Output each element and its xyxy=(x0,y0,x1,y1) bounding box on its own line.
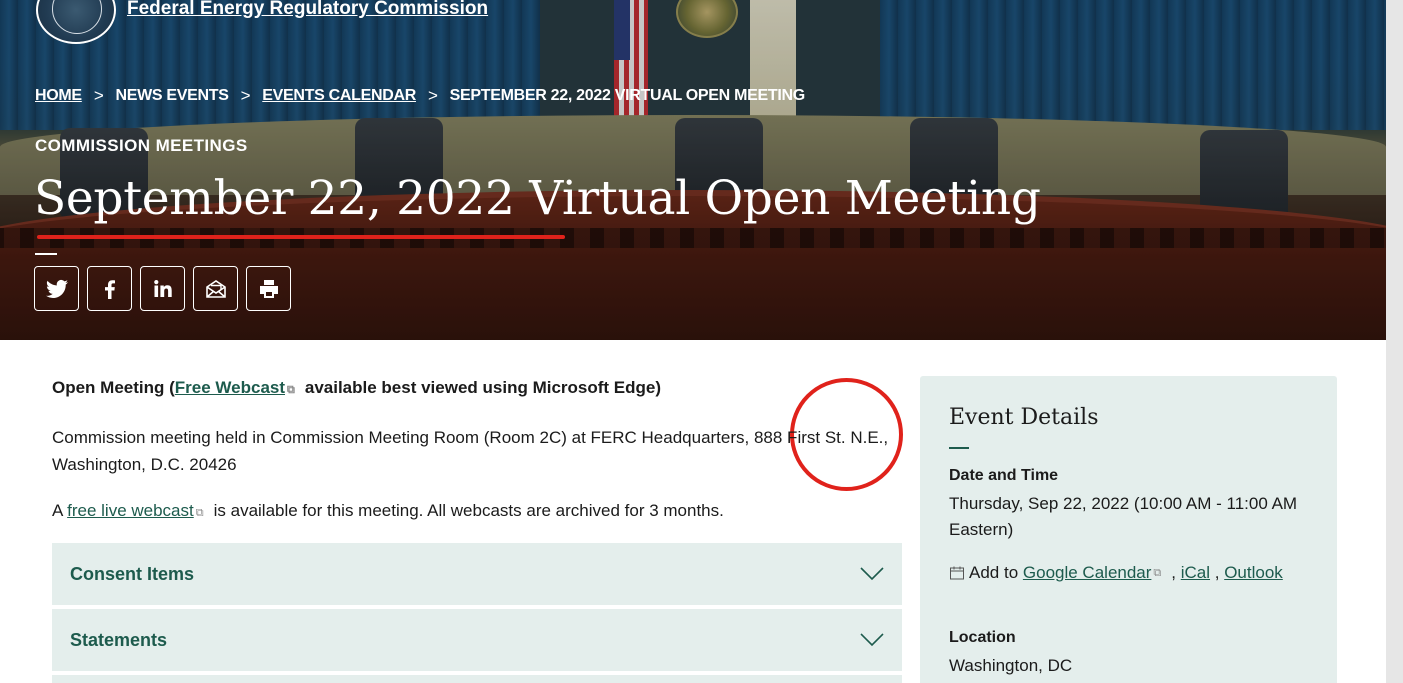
event-details-title: Event Details xyxy=(949,405,1099,430)
accordion-statements[interactable]: Statements xyxy=(52,609,902,671)
scrollbar-track[interactable] xyxy=(1386,0,1403,683)
breadcrumb-home-link[interactable]: HOME xyxy=(35,87,82,105)
share-linkedin-button[interactable] xyxy=(140,266,185,311)
free-live-webcast-link[interactable]: free live webcast xyxy=(67,501,194,520)
email-icon xyxy=(205,279,226,298)
event-details-divider xyxy=(949,447,969,449)
hero-banner: Federal Energy Regulatory Commission HOM… xyxy=(0,0,1386,340)
chevron-right-icon: > xyxy=(240,86,251,105)
main-content: Open Meeting (Free Webcast ⧉ available bes… xyxy=(52,378,902,546)
accordion-collapsed-item[interactable] xyxy=(52,675,902,683)
breadcrumb-current-page: SEPTEMBER 22, 2022 VIRTUAL OPEN MEETING xyxy=(449,87,806,104)
location-block: Location Washington, DC xyxy=(949,629,1308,679)
add-to-label: Add to xyxy=(969,563,1019,582)
chevron-down-icon xyxy=(860,567,884,581)
title-divider xyxy=(35,253,57,255)
location-value: Washington, DC xyxy=(949,656,1073,675)
chevron-right-icon: > xyxy=(93,86,104,105)
print-icon xyxy=(259,279,278,298)
twitter-icon xyxy=(45,279,68,298)
event-details-panel: Event Details Date and Time Thursday, Se… xyxy=(920,376,1337,683)
facebook-icon xyxy=(104,279,115,299)
accordion-consent-items[interactable]: Consent Items xyxy=(52,543,902,605)
breadcrumb-news-events: NEWS EVENTS xyxy=(115,87,229,104)
breadcrumb-events-calendar-link[interactable]: EVENTS CALENDAR xyxy=(262,87,416,105)
meeting-lead: Open Meeting (Free Webcast ⧉ available bes… xyxy=(52,378,662,397)
breadcrumb: HOME > NEWS EVENTS > EVENTS CALENDAR > S… xyxy=(35,86,805,106)
accordion-label: Statements xyxy=(70,629,168,650)
external-link-icon: ⧉ xyxy=(287,384,295,396)
page-category: COMMISSION MEETINGS xyxy=(35,136,248,155)
annotation-underline xyxy=(37,235,565,239)
chevron-down-icon xyxy=(860,633,884,647)
ical-link[interactable]: iCal xyxy=(1181,563,1210,583)
calendar-icon xyxy=(950,566,964,580)
agency-name-link[interactable]: Federal Energy Regulatory Commission xyxy=(127,0,488,20)
location-paragraph: Commission meeting held in Commission Me… xyxy=(52,428,889,474)
date-time-value: Thursday, Sep 22, 2022 (10:00 AM - 11:00… xyxy=(949,494,1298,539)
share-facebook-button[interactable] xyxy=(87,266,132,311)
add-to-calendar-row: Add to Google Calendar ⧉, iCal , Outlook xyxy=(949,563,1308,583)
chevron-right-icon: > xyxy=(428,86,438,105)
share-email-button[interactable] xyxy=(193,266,238,311)
accordion-label: Consent Items xyxy=(70,563,195,584)
share-buttons xyxy=(34,266,291,311)
webcast-paragraph: A free live webcast ⧉ is available for thi… xyxy=(52,501,724,520)
location-label: Location xyxy=(949,629,1016,646)
free-webcast-link[interactable]: Free Webcast xyxy=(175,378,285,397)
google-calendar-link[interactable]: Google Calendar xyxy=(1023,563,1152,583)
page: Federal Energy Regulatory Commission HOM… xyxy=(0,0,1386,683)
outlook-link[interactable]: Outlook xyxy=(1224,563,1283,583)
date-time-label: Date and Time xyxy=(949,467,1059,484)
external-link-icon: ⧉ xyxy=(1153,566,1162,579)
share-twitter-button[interactable] xyxy=(34,266,79,311)
share-print-button[interactable] xyxy=(246,266,291,311)
page-title: September 22, 2022 Virtual Open Meeting xyxy=(34,171,1041,226)
linkedin-icon xyxy=(153,279,172,297)
external-link-icon: ⧉ xyxy=(195,507,204,519)
